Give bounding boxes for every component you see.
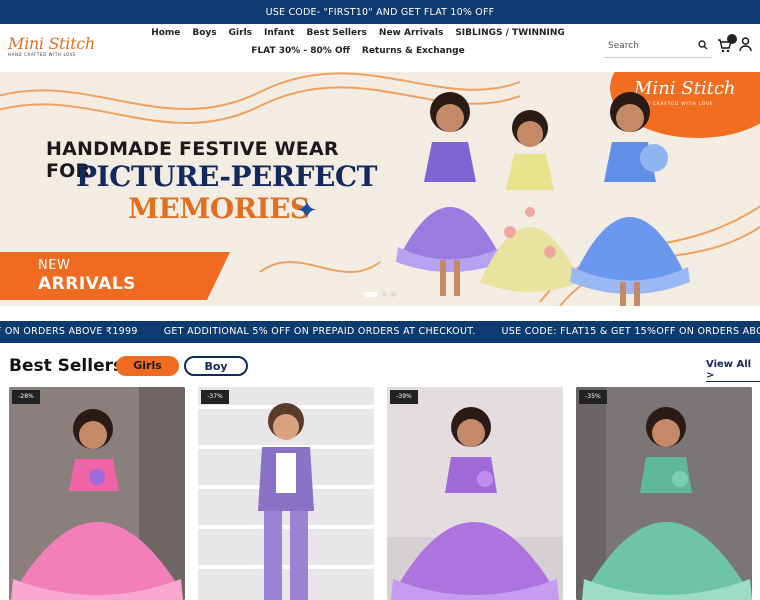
ribbon-line-1: NEW — [38, 258, 71, 273]
discount-badge: -28% — [12, 390, 40, 404]
product-card[interactable]: -35% — [576, 387, 752, 600]
view-all-link[interactable]: View All > — [706, 359, 760, 382]
nav-home[interactable]: Home — [151, 28, 180, 38]
discount-badge: -37% — [201, 390, 229, 404]
nav-siblings-twinning[interactable]: SIBLINGS / TWINNING — [455, 28, 564, 38]
product-card[interactable]: -37% — [198, 387, 374, 600]
product-image — [198, 387, 374, 600]
new-arrivals-ribbon[interactable]: NEW ARRIVALS — [0, 252, 230, 300]
account-icon[interactable] — [739, 37, 753, 53]
hero-banner[interactable]: Mini Stitch HAND CRAFTED WITH LOVE HANDM… — [0, 72, 760, 306]
marquee-item: USE CODE: FLAT15 & GET 15%OFF ON ORDERS … — [501, 326, 760, 337]
product-image — [9, 387, 185, 600]
carousel-dot-2[interactable] — [382, 292, 387, 297]
carousel-dot-3[interactable] — [391, 292, 396, 297]
search-icon[interactable] — [698, 40, 708, 53]
tab-girls[interactable]: Girls — [116, 356, 179, 376]
best-sellers-title: Best Sellers — [9, 356, 124, 376]
marquee-item: FF ON ORDERS ABOVE ₹1999 — [0, 326, 138, 337]
announcement-text: USE CODE- "FIRST10" AND GET FLAT 10% OFF — [265, 6, 495, 18]
offers-marquee: FF ON ORDERS ABOVE ₹1999 GET ADDITIONAL … — [0, 321, 760, 343]
carousel-dots[interactable] — [364, 292, 396, 297]
product-image — [387, 387, 563, 600]
site-header: Mini Stitch HAND CRAFTED WITH LOVE Home … — [0, 24, 760, 72]
hero-headline-2: PICTURE-PERFECT — [76, 160, 377, 193]
discount-badge: -39% — [390, 390, 418, 404]
cart-count-badge — [727, 34, 737, 44]
nav-best-sellers[interactable]: Best Sellers — [307, 28, 367, 38]
brand-name: Mini Stitch — [8, 34, 95, 53]
announcement-bar: USE CODE- "FIRST10" AND GET FLAT 10% OFF — [0, 0, 760, 24]
tab-boy[interactable]: Boy — [184, 356, 248, 376]
nav-infant[interactable]: Infant — [264, 28, 294, 38]
nav-new-arrivals[interactable]: New Arrivals — [379, 28, 443, 38]
product-card[interactable]: -28% — [9, 387, 185, 600]
hero-headline-3: MEMORIES — [128, 192, 310, 225]
nav-returns-exchange[interactable]: Returns & Exchange — [362, 46, 465, 56]
main-nav: Home Boys Girls Infant Best Sellers New … — [118, 28, 598, 56]
discount-badge: -35% — [579, 390, 607, 404]
ribbon-line-2: ARRIVALS — [38, 274, 136, 294]
nav-flat-off[interactable]: FLAT 30% - 80% Off — [251, 46, 350, 56]
nav-girls[interactable]: Girls — [229, 28, 252, 38]
carousel-dot-1[interactable] — [364, 292, 378, 297]
brand-logo[interactable]: Mini Stitch HAND CRAFTED WITH LOVE — [8, 34, 98, 64]
product-image — [576, 387, 752, 600]
marquee-item: GET ADDITIONAL 5% OFF ON PREPAID ORDERS … — [163, 326, 476, 337]
nav-boys[interactable]: Boys — [192, 28, 216, 38]
sparkle-icon: ✦ — [296, 196, 318, 226]
hero-models-image — [396, 92, 690, 306]
product-card[interactable]: -39% — [387, 387, 563, 600]
search-input[interactable]: Search — [604, 38, 712, 58]
search-placeholder: Search — [608, 41, 639, 51]
cart-icon[interactable] — [717, 34, 737, 54]
